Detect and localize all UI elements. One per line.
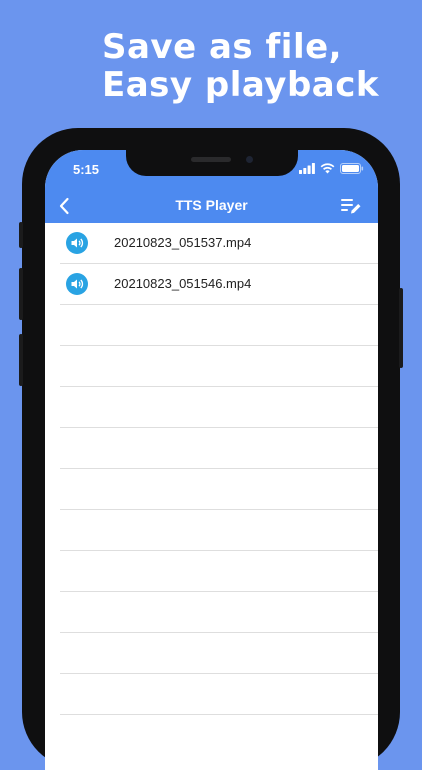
page-title: TTS Player	[175, 197, 248, 213]
battery-icon	[340, 163, 364, 174]
speaker-icon	[66, 273, 88, 295]
empty-row	[60, 387, 378, 428]
phone-side-button-volume-down	[19, 334, 23, 386]
earpiece	[191, 157, 231, 162]
file-list: 20210823_051537.mp4 20210823_051546.mp4	[45, 223, 378, 715]
empty-row	[60, 551, 378, 592]
headline-line-1: Save as file,	[102, 27, 343, 67]
empty-row	[60, 510, 378, 551]
status-time: 5:15	[73, 162, 100, 177]
phone-screen: 5:15 TTS Player 20210823_051537.mp4 2021…	[45, 150, 378, 770]
empty-row	[60, 674, 378, 715]
edit-list-button[interactable]	[340, 196, 362, 216]
speaker-icon	[66, 232, 88, 254]
promo-headline: Save as file, Easy playback	[102, 28, 379, 104]
phone-side-button-mute	[19, 222, 23, 248]
phone-side-button-power	[399, 288, 403, 368]
empty-row	[60, 469, 378, 510]
list-item[interactable]: 20210823_051537.mp4	[60, 223, 378, 264]
wifi-icon	[320, 163, 335, 174]
list-item[interactable]: 20210823_051546.mp4	[60, 264, 378, 305]
status-icons	[299, 163, 364, 174]
headline-line-2: Easy playback	[102, 65, 380, 105]
list-edit-icon	[341, 199, 361, 214]
file-name: 20210823_051537.mp4	[114, 235, 252, 250]
file-name: 20210823_051546.mp4	[114, 276, 252, 291]
empty-row	[60, 428, 378, 469]
phone-side-button-volume-up	[19, 268, 23, 320]
empty-row	[60, 592, 378, 633]
empty-row	[60, 305, 378, 346]
empty-row	[60, 633, 378, 674]
front-camera	[246, 156, 253, 163]
phone-notch	[126, 150, 298, 176]
empty-row	[60, 346, 378, 387]
signal-icon	[299, 163, 315, 174]
